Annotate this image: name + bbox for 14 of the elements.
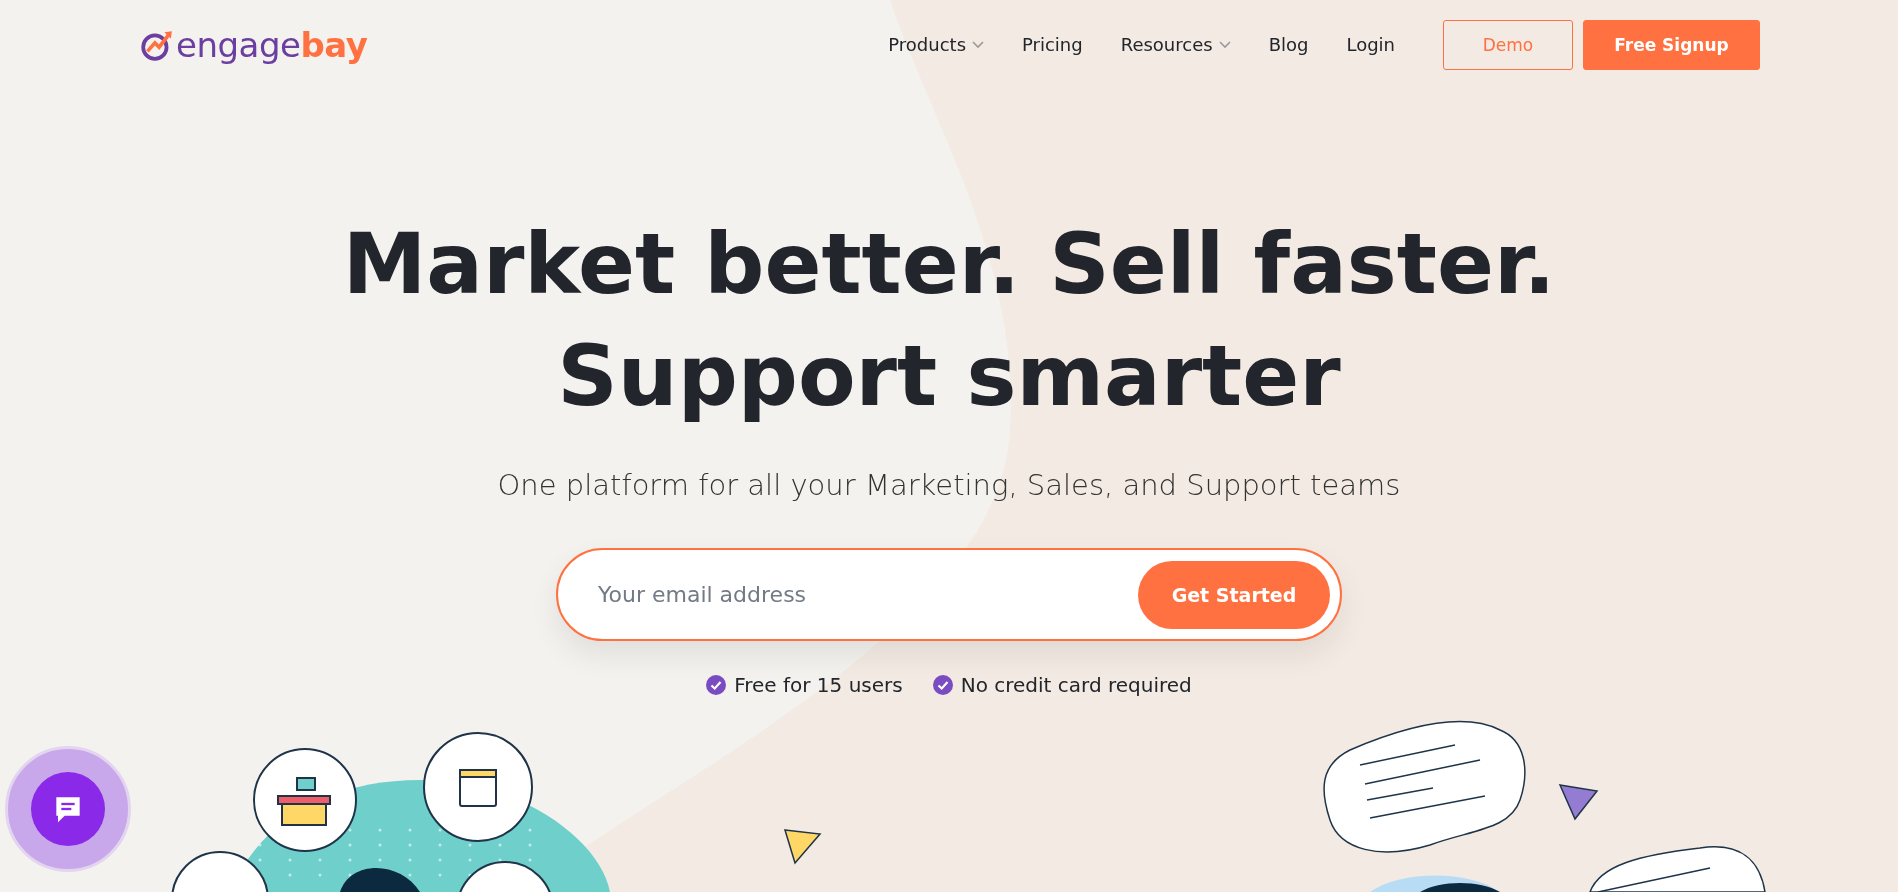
nav-link[interactable]: Login xyxy=(1346,34,1395,55)
logo-text[interactable]: engagebay xyxy=(176,24,368,65)
hero-subtitle: One platform for all your Marketing, Sales, and Support teams xyxy=(497,468,1401,502)
perk-text: Free for 15 users xyxy=(734,673,903,697)
nav-link[interactable]: Products xyxy=(888,34,985,55)
email-field[interactable]: Your email address xyxy=(596,581,1138,608)
nav-link[interactable]: Pricing xyxy=(1022,34,1083,55)
check-icon xyxy=(706,675,727,695)
perk-text: No credit card required xyxy=(960,673,1192,697)
hero-heading: Support smarter xyxy=(557,326,1341,427)
nav-link[interactable]: Resources xyxy=(1120,34,1231,55)
nav-link[interactable]: Blog xyxy=(1268,34,1309,55)
check-icon xyxy=(932,675,953,695)
hero-heading: Market better. Sell faster. xyxy=(342,214,1556,315)
